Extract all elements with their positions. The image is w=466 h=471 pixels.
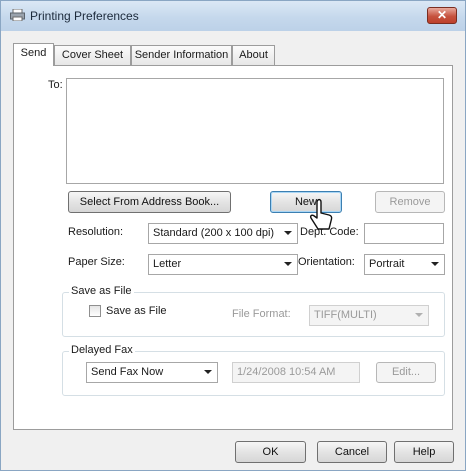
chevron-down-icon — [431, 262, 439, 266]
dept-code-input[interactable] — [364, 223, 444, 244]
tab-sender-information[interactable]: Sender Information — [131, 45, 232, 65]
window-title: Printing Preferences — [30, 9, 139, 23]
resolution-label: Resolution: — [68, 226, 124, 238]
ok-button[interactable]: OK — [235, 441, 306, 463]
delayed-datetime-field[interactable]: 1/24/2008 10:54 AM — [232, 362, 360, 383]
send-tab-panel: To: Select From Address Book... New Remo… — [13, 65, 453, 430]
save-as-file-checkbox[interactable] — [89, 305, 101, 317]
tab-cover-sheet[interactable]: Cover Sheet — [54, 45, 131, 65]
orientation-value: Portrait — [369, 258, 405, 270]
chevron-down-icon — [284, 262, 292, 266]
delayed-fax-group-title: Delayed Fax — [69, 344, 135, 356]
delayed-datetime-value: 1/24/2008 10:54 AM — [237, 366, 336, 378]
printer-icon — [10, 9, 25, 21]
to-recipients-field[interactable] — [66, 78, 444, 184]
to-label: To: — [48, 79, 63, 91]
send-fax-timing-value: Send Fax Now — [91, 366, 164, 378]
file-format-select[interactable]: TIFF(MULTI) — [309, 305, 429, 326]
paper-size-label: Paper Size: — [68, 256, 125, 268]
printing-preferences-window: Printing Preferences ✕ Send Cover Sheet … — [0, 0, 466, 471]
cancel-button[interactable]: Cancel — [317, 441, 387, 463]
chevron-down-icon — [415, 313, 423, 317]
mouse-pointer-icon — [309, 198, 333, 230]
remove-button[interactable]: Remove — [375, 191, 445, 213]
save-as-file-group-title: Save as File — [69, 285, 134, 297]
paper-size-select[interactable]: Letter — [148, 254, 298, 275]
tab-send[interactable]: Send — [13, 43, 54, 66]
resolution-value: Standard (200 x 100 dpi) — [153, 227, 275, 239]
chevron-down-icon — [204, 370, 212, 374]
help-button[interactable]: Help — [394, 441, 454, 463]
close-button[interactable]: ✕ — [427, 7, 457, 24]
chevron-down-icon — [284, 231, 292, 235]
paper-size-value: Letter — [153, 258, 182, 270]
save-as-file-checkbox-label: Save as File — [106, 305, 167, 317]
file-format-value: TIFF(MULTI) — [314, 309, 377, 321]
select-from-address-book-button[interactable]: Select From Address Book... — [68, 191, 231, 213]
tab-about[interactable]: About — [232, 45, 275, 65]
file-format-label: File Format: — [232, 308, 291, 320]
resolution-select[interactable]: Standard (200 x 100 dpi) — [148, 223, 298, 244]
orientation-label: Orientation: — [298, 256, 355, 268]
send-fax-timing-select[interactable]: Send Fax Now — [86, 362, 218, 383]
orientation-select[interactable]: Portrait — [364, 254, 445, 275]
title-bar: Printing Preferences ✕ — [1, 1, 465, 31]
edit-button[interactable]: Edit... — [376, 362, 436, 383]
